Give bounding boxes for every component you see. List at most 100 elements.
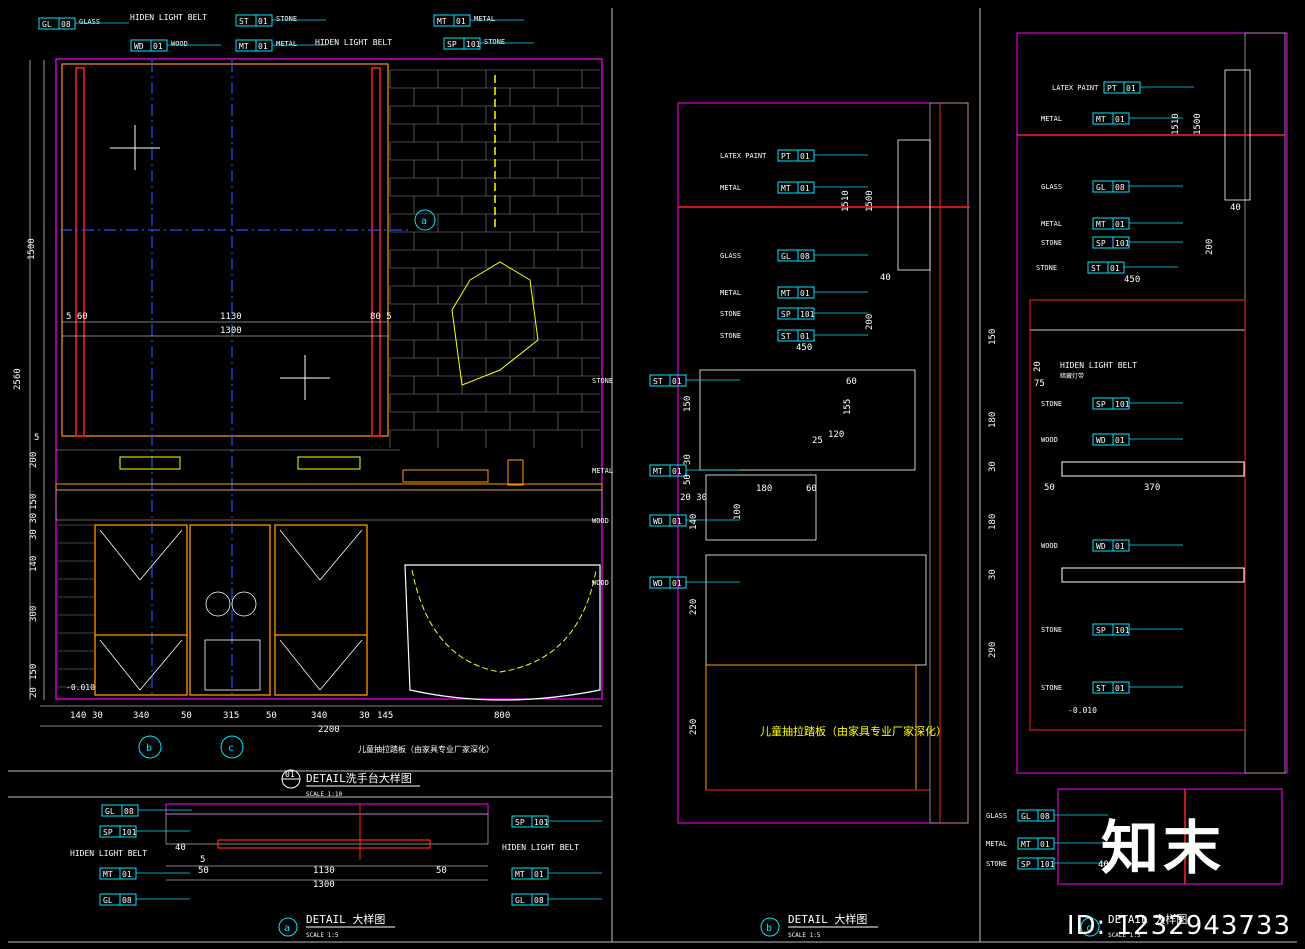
dim-b-340b: 340 (311, 711, 327, 721)
da-tag-5: MT 01 (511, 867, 602, 880)
dim-b-50a: 50 (181, 711, 192, 721)
sb-tag-name-1: METAL (720, 184, 741, 192)
dim-b-50b: 50 (266, 711, 277, 721)
sc-dim-180: 180 (988, 412, 998, 428)
floor-level: -0.010 (66, 683, 95, 692)
sc-dim-30b: 30 (988, 569, 998, 580)
da-dim-1300: 1300 (313, 880, 335, 890)
sc-tag-1: MT 01 (1092, 112, 1183, 125)
sc-tag-4-code: SP (1096, 239, 1106, 248)
title-a-marker: a (284, 923, 290, 934)
marker-b-label: b (146, 743, 152, 754)
dc-tag-0: GL 08 (1017, 809, 1108, 822)
dim-i-805: 80 5 (370, 312, 392, 322)
sb-tag-0: PT 01 (777, 149, 868, 162)
sb-tag-9-num: 01 (672, 579, 682, 588)
dc-tag-0-num: 08 (1040, 812, 1050, 821)
sc-tag-3-num: 01 (1115, 220, 1125, 229)
elev-tag-1-num: 01 (153, 42, 163, 51)
sb-tag-5-num: 01 (800, 332, 810, 341)
sc-tag-0: PT 01 (1103, 81, 1194, 94)
sc-tag-9-num: 101 (1115, 626, 1130, 635)
sb-tag-name-5: STONE (720, 332, 741, 340)
sb-tag-name-9: WOOD (592, 579, 609, 587)
dc-tag-1-code: MT (1021, 840, 1031, 849)
sc-dim-30: 30 (988, 461, 998, 472)
id-label: ID: 1232943733 (1066, 911, 1291, 941)
sb-tag-2-num: 08 (800, 252, 810, 261)
dim-l-5: 5 (34, 433, 39, 443)
sc-dim-40: 40 (1230, 203, 1241, 213)
sc-tag-6-code: SP (1096, 400, 1106, 409)
sc-floor: -0.010 (1068, 706, 1097, 715)
sc-dim-20: 20 (1033, 361, 1043, 372)
sc-dim-150: 150 (988, 329, 998, 345)
sb-tag-name-0: LATEX PAINT (720, 152, 767, 160)
sb-tag-0-num: 01 (800, 152, 810, 161)
sc-tag-3-code: MT (1096, 220, 1106, 229)
da-dim-40: 40 (175, 843, 186, 853)
dim-b-800: 800 (494, 711, 510, 721)
elev-tag-2-code: ST (239, 17, 249, 26)
sb-dim-2030: 20 30 (680, 493, 707, 503)
sb-tag-name-6: STONE (592, 377, 613, 385)
da-tag-2: MT 01 (99, 867, 190, 880)
dim-l-150: 150 (29, 494, 39, 510)
sb-dim-60: 60 (846, 377, 857, 387)
elev-tag-3-num: 01 (258, 42, 268, 51)
dc-tag-name-0: GLASS (986, 812, 1007, 820)
title-b-label: DETAIL 大样图 (788, 912, 867, 926)
sb-tag-0-code: PT (781, 152, 791, 161)
sb-dim-250: 250 (689, 719, 699, 735)
sb-dim-155: 155 (843, 399, 853, 415)
da-tag-1-code: SP (103, 828, 113, 837)
elev-tag-2-num: 01 (258, 17, 268, 26)
sb-dim-1510: 1510 (841, 190, 851, 212)
sb-tag-name-2: GLASS (720, 252, 741, 260)
sb-tag-6-code: ST (653, 377, 663, 386)
dim-b-140: 140 (70, 711, 86, 721)
sc-tag-6-num: 101 (1115, 400, 1130, 409)
sc-tag-name-5: STONE (1036, 264, 1057, 272)
elev-tag-5-name: STONE (484, 38, 505, 46)
da-dim-1130: 1130 (313, 866, 335, 876)
da-tag-4: SP 101 (511, 815, 602, 828)
dc-tag-2-code: SP (1021, 860, 1031, 869)
sc-dim-50: 50 (1044, 483, 1055, 493)
sc-belt: HIDEN LIGHT BELT (1060, 361, 1137, 370)
dim-l-150b: 150 (29, 664, 39, 680)
sc-dim-75: 75 (1034, 379, 1045, 389)
dim-total: 2200 (318, 725, 340, 735)
sc-tag-4: SP 101 (1092, 236, 1183, 249)
hidden-belt-2: HIDEN LIGHT BELT (315, 38, 392, 47)
sc-dim-1500: 1500 (1193, 113, 1203, 135)
elev-tag-4: MT 01 METAL (433, 14, 524, 27)
elevation-tags: GL 08 GLASSWD 01 WOODST 01 STONEMT 01 METALMT 01 M… (38, 14, 534, 52)
sb-dim-100: 100 (733, 504, 743, 520)
sb-dim-120: 120 (828, 430, 844, 440)
sb-tag-4: SP 101 (777, 307, 868, 320)
dim-b-340a: 340 (133, 711, 149, 721)
da-tag-4-code: SP (515, 818, 525, 827)
da-dim-50a: 50 (198, 866, 209, 876)
elev-tag-5-code: SP (447, 40, 457, 49)
marker-c-label: c (228, 743, 234, 754)
sb-tag-9: WD 01 (649, 576, 740, 589)
sc-tag-5: ST 01 (1087, 261, 1178, 274)
dim-l-140: 140 (29, 556, 39, 572)
sb-dim-200: 200 (865, 314, 875, 330)
sc-tag-name-6: STONE (1041, 400, 1062, 408)
sc-tag-10-code: ST (1096, 684, 1106, 693)
elev-tag-0-code: GL (42, 20, 52, 29)
sb-dim-30: 30 (683, 454, 693, 465)
elev-tag-4-num: 01 (456, 17, 466, 26)
elev-tag-1: WD 01 WOOD (130, 39, 221, 52)
da-tag-1: SP 101 (99, 825, 190, 838)
title-main-num: 01 (285, 770, 295, 779)
dc-tag-0-code: GL (1021, 812, 1031, 821)
sb-tag-8-num: 01 (672, 517, 682, 526)
dc-tag-name-1: METAL (986, 840, 1007, 848)
dim-l-200: 200 (29, 452, 39, 468)
sb-tag-6-num: 01 (672, 377, 682, 386)
section-b: 儿童抽拉踏板（由家具专业厂家深化） PT 01MT 01GL 08MT 01SP 101S… (592, 102, 970, 939)
